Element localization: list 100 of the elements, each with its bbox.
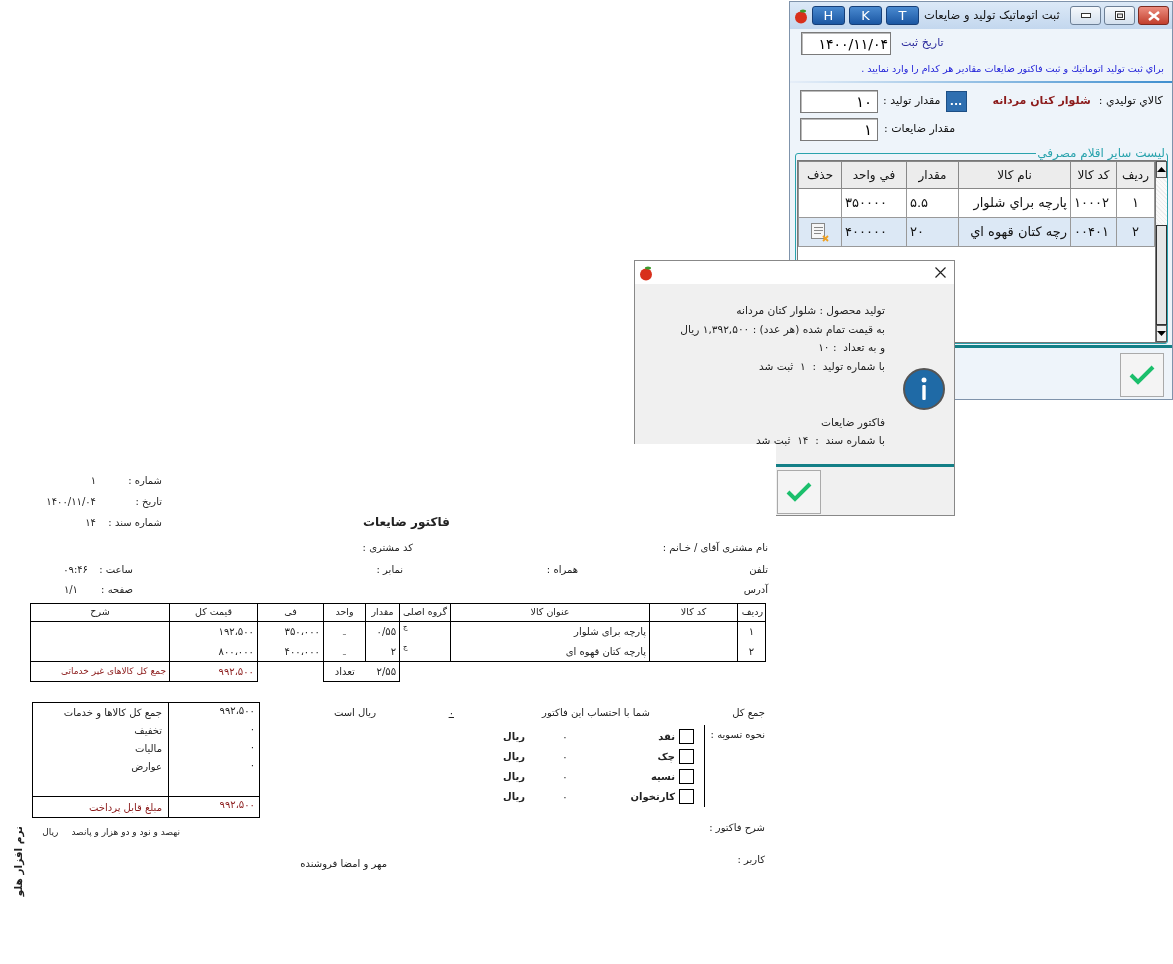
- currency-label: ریال: [503, 769, 525, 784]
- column-header[interactable]: نام كالا: [958, 161, 1071, 189]
- payment-label: نقد: [657, 729, 675, 744]
- table-cell: ۱: [1132, 195, 1139, 211]
- column-header[interactable]: في واحد: [841, 161, 907, 189]
- summary-label: عوارض: [131, 760, 162, 772]
- field-value: ۰: [447, 705, 455, 720]
- payment-label: کارتخوان: [629, 789, 675, 804]
- column-header: گروه اصلی: [402, 606, 448, 618]
- field-label: شماره سند :: [110, 516, 163, 530]
- currency-label: ریال: [503, 729, 525, 744]
- field-label: نحوه تسویه :: [709, 728, 765, 742]
- minimize-icon: [1080, 13, 1091, 18]
- table-cell: ۲: [748, 645, 755, 657]
- message-line: با شماره سند : ۱۴ ثبت شد: [755, 433, 885, 449]
- scroll-down-button[interactable]: [1156, 325, 1167, 342]
- minimize-button[interactable]: [1070, 6, 1101, 25]
- checkbox[interactable]: [679, 788, 694, 804]
- column-header[interactable]: حذف: [798, 161, 842, 189]
- checkbox[interactable]: [679, 728, 694, 744]
- checkbox[interactable]: [679, 768, 694, 784]
- title-button[interactable]: K: [849, 6, 882, 25]
- close-button[interactable]: [935, 267, 946, 278]
- summary-value: ۰: [249, 741, 255, 752]
- total-value: ۹۹۲،۵۰۰: [218, 666, 254, 677]
- column-header[interactable]: مقدار: [906, 161, 959, 189]
- close-button[interactable]: [1138, 6, 1169, 25]
- column-header: قیمت کل: [195, 606, 232, 618]
- scrollbar[interactable]: [1155, 161, 1167, 342]
- summary-value: ۰: [249, 759, 255, 770]
- close-icon: [935, 267, 946, 278]
- checkbox[interactable]: [679, 748, 694, 764]
- field-label: کد مشتری :: [362, 540, 413, 555]
- column-header[interactable]: رديف: [1116, 161, 1155, 189]
- summary-label: تخفیف: [134, 724, 162, 736]
- field-label: صفحه :: [100, 582, 133, 597]
- column-header[interactable]: كد كالا: [1070, 161, 1117, 189]
- title-button[interactable]: H: [812, 6, 845, 25]
- payment-amount: ۰: [561, 769, 569, 784]
- table-cell: رچه كتان قهوه اي: [970, 224, 1067, 240]
- field-label: جمع کل: [731, 705, 765, 720]
- summary-label: جمع کل کالاها و خدمات: [63, 706, 162, 718]
- waste-field[interactable]: ۱: [800, 118, 878, 141]
- field-value: ۱: [90, 474, 96, 488]
- date-field[interactable]: ۱۴۰۰/۱۱/۰۴: [801, 32, 891, 55]
- title-button[interactable]: T: [886, 6, 919, 25]
- field-label: ساعت :: [98, 562, 133, 577]
- message-line: توليد محصول : شلوار كتان مردانه: [735, 303, 885, 319]
- field-label: تاریخ :: [134, 495, 163, 509]
- table-cell: ۱۹۲،۵۰۰: [218, 626, 254, 638]
- column-header: مقدار: [371, 606, 394, 618]
- up-arrow-icon: [1157, 167, 1166, 172]
- field-label: شرح فاکتور :: [709, 820, 765, 835]
- amount-in-words: نهصد و نود و دو هزار و پانصد: [71, 826, 180, 840]
- table-cell: ۵.۵: [910, 195, 929, 211]
- instruction-text: براي ثبت توليد اتوماتيك و ثبت فاكتور ضايعات مقادير هر كدام را وارد نماييد .: [860, 62, 1165, 76]
- apple-icon: [638, 264, 654, 281]
- browse-button[interactable]: ...: [945, 91, 967, 112]
- currency-label: ریال: [42, 826, 59, 840]
- payment-amount: ۰: [561, 749, 569, 764]
- payment-label: چک: [656, 749, 675, 764]
- table-cell: ۴۰۰۰۰۰: [845, 224, 887, 240]
- table-row[interactable]: ۱ ۱۰۰۰۲ پارچه براي شلوار ۵.۵ ۳۵۰۰۰۰: [798, 188, 1155, 218]
- quantity-label: مقدار توليد :: [883, 93, 941, 110]
- summary-value: ۹۹۲،۵۰۰: [219, 705, 255, 716]
- column-header: شرح: [90, 606, 110, 618]
- table-cell: ـ: [343, 645, 346, 657]
- payment-amount: ۰: [561, 789, 569, 804]
- table-cell: ۱: [748, 626, 755, 638]
- report-title: فاکتور ضایعات: [363, 514, 450, 531]
- table-cell: ـ: [343, 626, 346, 638]
- field-label: شماره :: [127, 474, 163, 488]
- table-cell: ۱۰۰۰۲: [1074, 195, 1109, 211]
- scroll-thumb[interactable]: [1156, 225, 1167, 325]
- table-cell: ۰/۵۵: [376, 626, 396, 638]
- field-label: نام مشتری آقای / خـانم :: [661, 540, 768, 555]
- table-row[interactable]: ۲ ۰۰۴۰۱ رچه كتان قهوه اي ۲۰ ۴۰۰۰۰۰: [798, 217, 1155, 247]
- message-line: به قيمت تمام شده (هر عدد) : ۱,۳۹۲,۵۰۰ ريال: [679, 321, 885, 338]
- delete-icon[interactable]: [810, 222, 830, 242]
- total-label: تعداد: [334, 666, 355, 677]
- scroll-up-button[interactable]: [1156, 161, 1167, 178]
- checkmark-icon: [1129, 365, 1155, 385]
- product-name: شلوار كتان مردانه: [992, 93, 1091, 110]
- currency-label: ریال: [503, 749, 525, 764]
- field-label: همراه :: [545, 562, 578, 577]
- field-label: آدرس: [742, 582, 768, 597]
- table-cell: ۰۰۴۰۱: [1074, 224, 1109, 240]
- table-cell: ۲۰: [910, 224, 924, 240]
- payable-label: مبلغ قابل پرداخت: [88, 801, 162, 813]
- payable-value: ۹۹۲،۵۰۰: [219, 799, 255, 810]
- down-arrow-icon: [1157, 331, 1166, 336]
- table-cell: پارچه براي شلوار: [973, 195, 1067, 211]
- maximize-button[interactable]: [1104, 6, 1135, 25]
- field-value: ۱/۱: [63, 582, 78, 597]
- field-label: ریال است: [333, 705, 376, 720]
- table-cell: پارچه برای شلوار: [574, 626, 646, 638]
- quantity-field[interactable]: ۱۰: [800, 90, 878, 113]
- summary-value: ۰: [249, 723, 255, 734]
- signature-label: مهر و امضا فروشنده: [300, 856, 387, 871]
- payment-label: نسیه: [649, 769, 675, 784]
